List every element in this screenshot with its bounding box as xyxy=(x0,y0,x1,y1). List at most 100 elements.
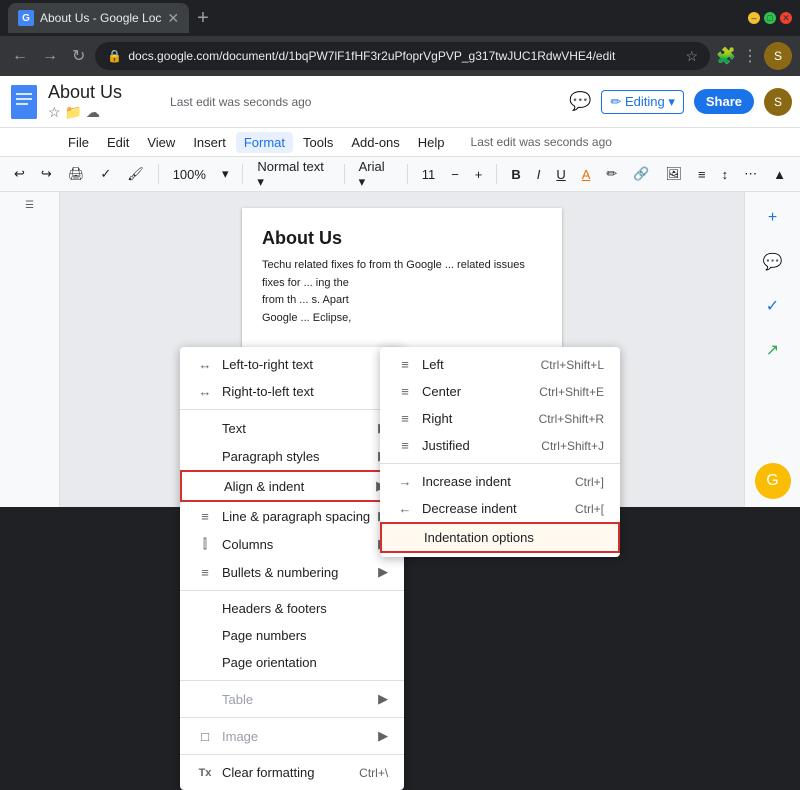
menu-help[interactable]: Help xyxy=(410,132,453,153)
font-size-inc[interactable]: + xyxy=(469,163,489,186)
zoom-arrow[interactable]: ▾ xyxy=(216,162,235,186)
text-color-button[interactable]: A xyxy=(576,163,597,186)
menu-clear-formatting[interactable]: Tx Clear formatting Ctrl+\ xyxy=(180,759,404,786)
menu-page-numbers[interactable]: Page numbers xyxy=(180,622,404,649)
doc-title-area: About Us ☆ 📁 ☁ xyxy=(48,82,122,121)
menu-divider-2 xyxy=(180,590,404,591)
bullets-arrow: ▶ xyxy=(378,564,388,580)
url-text: docs.google.com/document/d/1bqPW7lF1fHF3… xyxy=(128,49,679,63)
more-toolbar-button[interactable]: ⋯ xyxy=(738,162,763,186)
undo-button[interactable]: ↩ xyxy=(8,162,31,186)
doc-body: ☰ About Us Techu related fixes fo from t… xyxy=(0,192,800,507)
doc-page: About Us Techu related fixes fo from th … xyxy=(242,208,562,347)
clear-formatting-icon: Tx xyxy=(196,767,214,779)
user-avatar[interactable]: S xyxy=(764,88,792,116)
line-spacing-button[interactable]: ↕ xyxy=(716,163,735,186)
menu-divider-4 xyxy=(180,717,404,718)
menu-tools[interactable]: Tools xyxy=(295,132,341,153)
submenu-indentation-options[interactable]: Indentation options xyxy=(380,522,620,553)
docs-header: About Us ☆ 📁 ☁ Last edit was seconds ago… xyxy=(0,76,800,128)
address-box[interactable]: 🔒 docs.google.com/document/d/1bqPW7lF1fH… xyxy=(95,42,710,70)
forward-button[interactable]: → xyxy=(38,43,62,69)
font-selector[interactable]: Arial ▾ xyxy=(353,155,399,194)
bullets-icon: ≡ xyxy=(196,565,214,580)
docs-logo xyxy=(8,82,40,122)
lock-icon: 🔒 xyxy=(107,49,122,63)
docs-header-actions: 💬 ✏ Editing ▾ Share S xyxy=(569,88,792,116)
menu-divider-3 xyxy=(180,680,404,681)
share-button[interactable]: Share xyxy=(694,89,754,114)
outline-icon[interactable]: ☰ xyxy=(0,192,59,219)
sidebar-check-icon[interactable]: ✓ xyxy=(755,288,791,324)
menu-view[interactable]: View xyxy=(139,132,183,153)
menu-headers-footers[interactable]: Headers & footers xyxy=(180,595,404,622)
doc-title[interactable]: About Us xyxy=(48,82,122,104)
italic-button[interactable]: I xyxy=(531,163,547,186)
new-tab-button[interactable]: + xyxy=(197,7,209,30)
last-edit-area: Last edit was seconds ago xyxy=(130,95,561,109)
paint-format-button[interactable]: 🖌 xyxy=(121,162,150,186)
left-panel: ☰ xyxy=(0,192,60,507)
redo-button[interactable]: ↪ xyxy=(35,162,58,186)
line-spacing-icon: ≡ xyxy=(196,509,214,524)
doc-text: Techu related fixes fo from th Google ..… xyxy=(262,257,542,327)
align-button[interactable]: ≡ xyxy=(692,163,712,186)
tab-close-button[interactable]: ✕ xyxy=(167,10,179,27)
sidebar-add-icon[interactable]: + xyxy=(755,200,791,236)
sidebar-comments-icon[interactable]: 💬 xyxy=(755,244,791,280)
highlight-button[interactable]: ✏ xyxy=(600,162,623,186)
right-sidebar: + 💬 ✓ ↗ G xyxy=(744,192,800,507)
hide-toolbar-button[interactable]: ▲ xyxy=(767,163,792,186)
sidebar-bottom: G xyxy=(755,463,791,499)
menu-insert[interactable]: Insert xyxy=(185,132,234,153)
refresh-button[interactable]: ↻ xyxy=(68,42,89,70)
menu-table[interactable]: Table ▶ xyxy=(180,685,404,713)
link-button[interactable]: 🔗 xyxy=(627,162,655,186)
bold-button[interactable]: B xyxy=(505,163,526,186)
tab-favicon: G xyxy=(18,10,34,26)
menubar: File Edit View Insert Format Tools Add-o… xyxy=(0,128,800,156)
sidebar-green-icon[interactable]: ↗ xyxy=(755,332,791,368)
image-arrow: ▶ xyxy=(378,728,388,744)
browser-menu-icon[interactable]: ⋮ xyxy=(742,46,758,66)
menu-page-orientation[interactable]: Page orientation xyxy=(180,649,404,676)
clear-formatting-shortcut: Ctrl+\ xyxy=(359,766,388,780)
print-button[interactable]: 🖨 xyxy=(62,162,91,186)
star-icon[interactable]: ☆ xyxy=(686,48,699,65)
star-doc-icon[interactable]: ☆ xyxy=(48,104,61,121)
menu-file[interactable]: File xyxy=(60,132,97,153)
profile-avatar[interactable]: S xyxy=(764,42,792,70)
last-edit-menu: Last edit was seconds ago xyxy=(471,135,612,149)
zoom-selector[interactable]: 100% xyxy=(167,165,212,184)
close-button[interactable]: ✕ xyxy=(780,12,792,24)
minimize-button[interactable]: – xyxy=(748,12,760,24)
normal-text-selector[interactable]: Normal text ▾ xyxy=(251,155,335,194)
menu-image[interactable]: □ Image ▶ xyxy=(180,722,404,750)
back-button[interactable]: ← xyxy=(8,43,32,69)
doc-heading: About Us xyxy=(262,228,542,249)
toolbar-sep-1 xyxy=(158,164,159,184)
menu-format[interactable]: Format xyxy=(236,132,293,153)
columns-icon: ⫿ xyxy=(196,536,214,552)
menu-columns[interactable]: ⫿ Columns ▶ xyxy=(180,530,404,558)
extensions-icon[interactable]: 🧩 xyxy=(716,46,736,66)
sidebar-bottom-icon[interactable]: G xyxy=(755,463,791,499)
cloud-icon[interactable]: ☁ xyxy=(86,104,100,121)
toolbar-sep-3 xyxy=(344,164,345,184)
editing-mode[interactable]: ✏ Editing ▾ xyxy=(601,90,683,114)
font-size-dec[interactable]: − xyxy=(445,163,465,186)
last-edit-text: Last edit was seconds ago xyxy=(170,95,311,109)
comments-icon[interactable]: 💬 xyxy=(569,91,591,112)
menu-edit[interactable]: Edit xyxy=(99,132,137,153)
font-size[interactable]: 11 xyxy=(416,163,442,186)
active-tab[interactable]: G About Us - Google Loc ✕ xyxy=(8,3,189,33)
spellcheck-button[interactable]: ✓ xyxy=(94,162,117,186)
menu-bullets-numbering[interactable]: ≡ Bullets & numbering ▶ xyxy=(180,558,404,586)
menu-addons[interactable]: Add-ons xyxy=(343,132,407,153)
maximize-button[interactable]: □ xyxy=(764,12,776,24)
doc-content: About Us Techu related fixes fo from th … xyxy=(60,192,744,507)
underline-button[interactable]: U xyxy=(550,163,571,186)
image-button[interactable]: 🖼 xyxy=(660,162,689,186)
docs-logo-icon xyxy=(11,85,37,119)
move-doc-icon[interactable]: 📁 xyxy=(65,104,82,121)
